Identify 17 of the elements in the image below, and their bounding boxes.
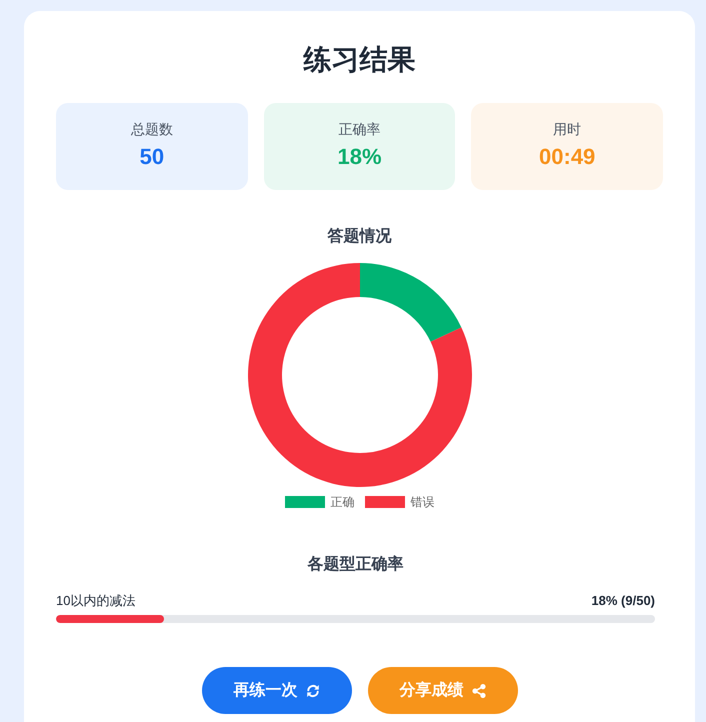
stat-value: 50: [138, 143, 166, 171]
share-icon: [472, 684, 486, 698]
share-button[interactable]: 分享成绩: [368, 667, 518, 714]
page-title: 练习结果: [302, 43, 416, 77]
stat-label: 用时: [552, 120, 582, 139]
legend-label: 正确: [330, 494, 354, 510]
stat-value: 00:49: [538, 143, 596, 171]
legend-label: 错误: [410, 494, 434, 510]
retry-button[interactable]: 再练一次: [202, 667, 352, 714]
category-label: 10以内的减法: [56, 592, 136, 610]
stat-label: 总题数: [130, 120, 174, 139]
section-title: 各题型正确率: [306, 554, 404, 575]
chart-title: 答题情况: [326, 226, 392, 247]
accuracy-reading: 18% (9/50): [591, 592, 655, 610]
refresh-icon: [306, 684, 320, 698]
stat-value: 18%: [336, 143, 383, 171]
stat-label: 正确率: [337, 120, 382, 139]
